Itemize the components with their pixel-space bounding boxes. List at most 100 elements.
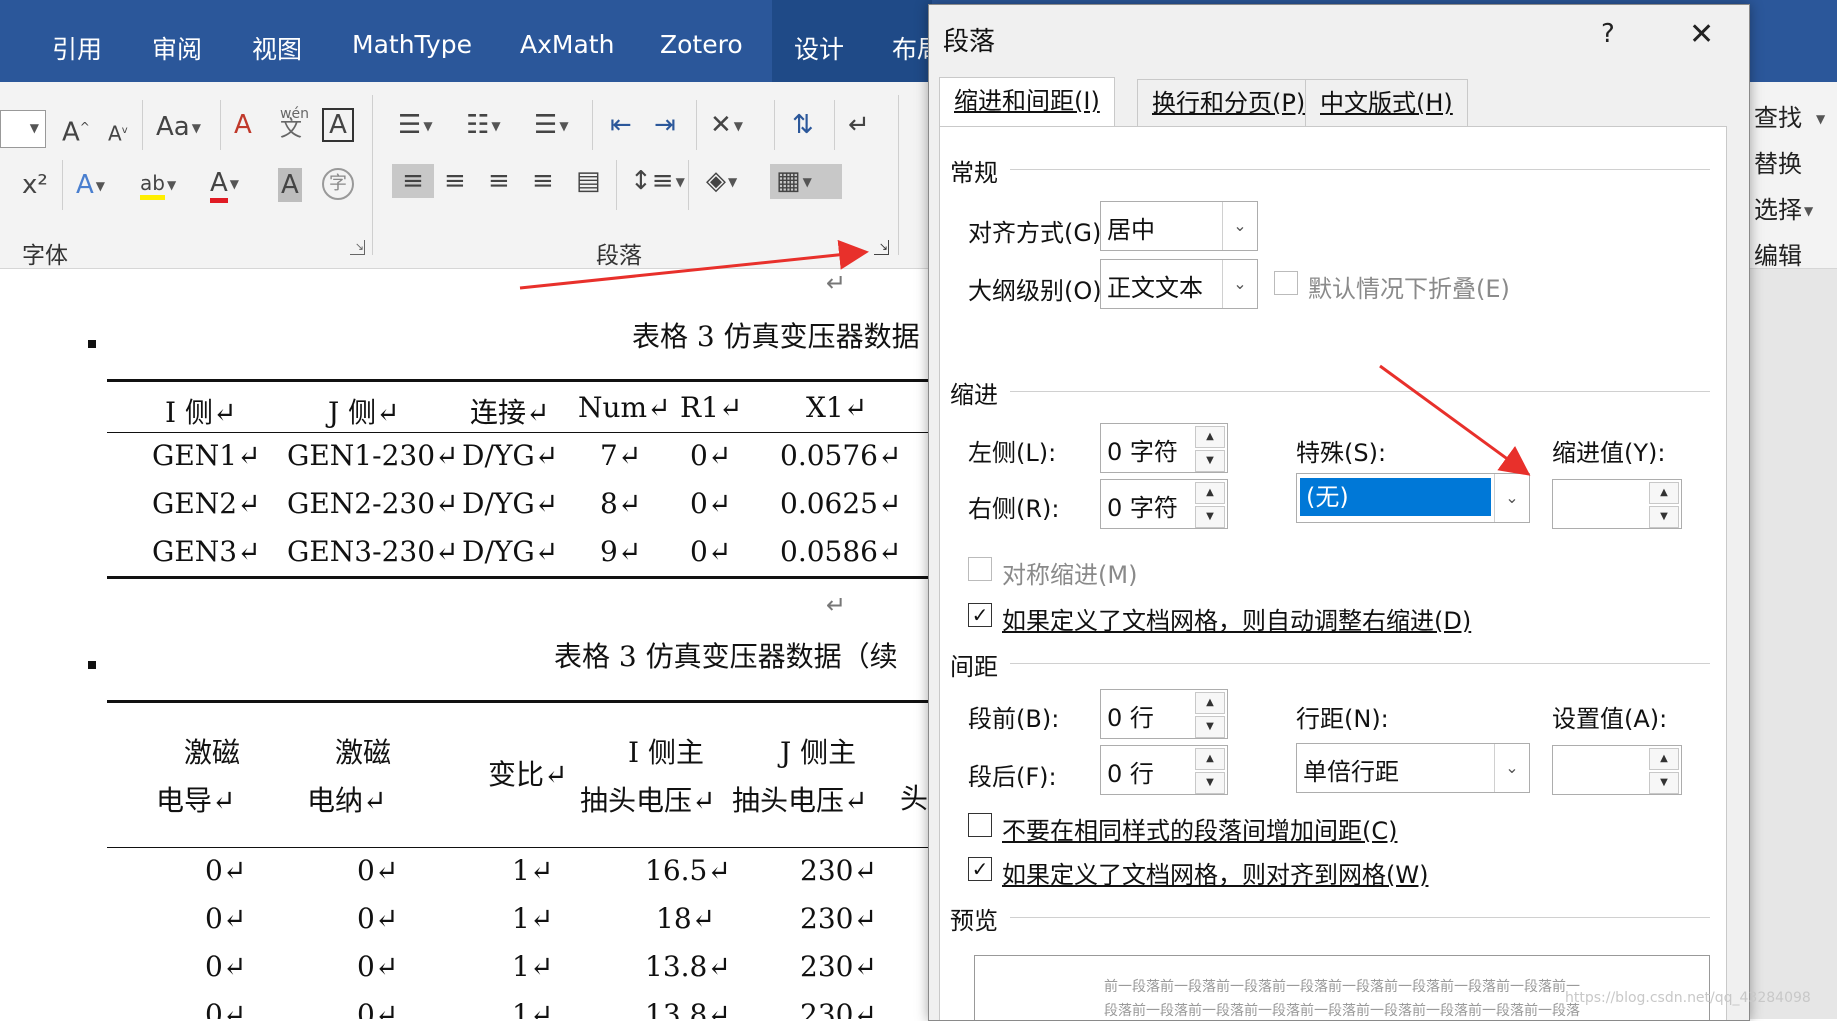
- spin-up-icon[interactable]: ▲: [1195, 692, 1225, 714]
- special-indent-select[interactable]: (无) ⌄: [1296, 473, 1530, 523]
- section-general: 常规: [950, 159, 998, 187]
- spacing-after-spinner[interactable]: 0 行 ▲ ▼: [1100, 745, 1228, 795]
- alignment-select[interactable]: 居中 ⌄: [1100, 201, 1258, 251]
- group-label-editing: 编辑: [1754, 242, 1802, 270]
- align-center-icon[interactable]: ≡: [444, 164, 466, 198]
- phonetic-guide-icon[interactable]: wén 文: [280, 106, 309, 141]
- alignment-label: 对齐方式(G):: [968, 219, 1110, 247]
- spin-down-icon[interactable]: ▼: [1649, 506, 1679, 528]
- snap-to-grid-label: 如果定义了文档网格，则对齐到网格(W): [1002, 861, 1429, 889]
- table1-header: R1↵: [680, 391, 743, 424]
- tab-zotero[interactable]: Zotero: [660, 30, 743, 59]
- enclose-char-icon[interactable]: 字: [322, 168, 354, 200]
- borders-icon[interactable]: ▦ ▼: [770, 164, 842, 199]
- spin-up-icon[interactable]: ▲: [1195, 748, 1225, 770]
- table1-header: X1↵: [806, 391, 868, 424]
- bullet: [88, 661, 96, 669]
- indent-left-label: 左侧(L):: [968, 439, 1057, 467]
- outline-level-select[interactable]: 正文文本 ⌄: [1100, 259, 1258, 309]
- no-space-same-style-checkbox[interactable]: [968, 813, 992, 837]
- table-bottom-rule: [107, 576, 930, 579]
- justify-icon[interactable]: ≡: [532, 164, 554, 198]
- spacing-at-label: 设置值(A):: [1552, 705, 1668, 733]
- tab-mathtype[interactable]: MathType: [352, 30, 472, 59]
- tab-indents-spacing[interactable]: 缩进和间距(I): [939, 77, 1115, 128]
- collapse-default-checkbox[interactable]: [1274, 271, 1298, 295]
- find-button[interactable]: 查找 ▼: [1754, 98, 1825, 133]
- help-icon[interactable]: ?: [1601, 19, 1615, 49]
- tab-asian-typography[interactable]: 中文版式(H): [1305, 79, 1468, 126]
- auto-adjust-right-label: 如果定义了文档网格，则自动调整右缩进(D): [1002, 607, 1472, 635]
- spin-up-icon[interactable]: ▲: [1195, 482, 1225, 504]
- snap-to-grid-checkbox[interactable]: ✓: [968, 857, 992, 881]
- spin-down-icon[interactable]: ▼: [1195, 506, 1225, 528]
- spin-down-icon[interactable]: ▼: [1649, 772, 1679, 794]
- spin-down-icon[interactable]: ▼: [1195, 716, 1225, 738]
- font-dialog-launcher-icon[interactable]: ↘: [350, 240, 365, 255]
- grow-font-icon[interactable]: A^: [62, 110, 90, 150]
- paragraph-mark: ↵: [826, 269, 847, 297]
- spin-down-icon[interactable]: ▼: [1195, 450, 1225, 472]
- highlight-icon[interactable]: ab ▼: [140, 166, 176, 202]
- text-effects-icon[interactable]: A ▼: [76, 168, 105, 203]
- tab-design[interactable]: 设计: [794, 30, 844, 66]
- spacing-before-spinner[interactable]: 0 行 ▲ ▼: [1100, 689, 1228, 739]
- replace-button[interactable]: 替换: [1754, 144, 1802, 179]
- divider: [1010, 917, 1710, 918]
- shading-icon[interactable]: ◈ ▼: [706, 164, 737, 199]
- spin-up-icon[interactable]: ▲: [1649, 748, 1679, 770]
- mirror-indents-checkbox[interactable]: [968, 557, 992, 581]
- distributed-icon[interactable]: ▤: [576, 164, 601, 198]
- multilevel-list-icon[interactable]: ☰ ▼: [534, 108, 569, 143]
- char-border-icon[interactable]: A: [322, 108, 354, 142]
- collapse-default-label: 默认情况下折叠(E): [1308, 275, 1510, 303]
- table2-header: 激磁 电纳↵: [307, 736, 392, 817]
- paragraph-dialog-launcher-icon[interactable]: ↘: [874, 240, 889, 255]
- spin-up-icon[interactable]: ▲: [1195, 426, 1225, 448]
- special-indent-label: 特殊(S):: [1296, 439, 1387, 467]
- change-case-icon[interactable]: Aa ▼: [156, 110, 201, 145]
- line-spacing-select[interactable]: 单倍行距 ⌄: [1296, 743, 1530, 793]
- tab-review[interactable]: 审阅: [152, 30, 202, 66]
- spin-up-icon[interactable]: ▲: [1649, 482, 1679, 504]
- align-right-icon[interactable]: ≡: [488, 164, 510, 198]
- table-header-rule: [107, 432, 930, 433]
- spacing-at-spinner[interactable]: ▲ ▼: [1552, 745, 1682, 795]
- indent-left-spinner[interactable]: 0 字符 ▲ ▼: [1100, 423, 1228, 473]
- font-color-icon[interactable]: A ▼: [210, 166, 239, 203]
- close-icon[interactable]: ✕: [1689, 17, 1714, 52]
- char-shading-icon[interactable]: A: [278, 168, 302, 202]
- tab-references[interactable]: 引用: [52, 30, 102, 66]
- clear-format-icon[interactable]: A: [234, 108, 252, 142]
- chinese-layout-icon[interactable]: ✕ ▼: [710, 108, 743, 143]
- indent-by-spinner[interactable]: ▲ ▼: [1552, 479, 1682, 529]
- numbering-icon[interactable]: ☷ ▼: [466, 108, 501, 143]
- line-spacing-icon[interactable]: ↕≡ ▼: [630, 164, 685, 199]
- table1-header: 连接↵: [470, 396, 550, 429]
- chevron-down-icon: ▼: [29, 121, 39, 135]
- spin-down-icon[interactable]: ▼: [1195, 772, 1225, 794]
- shrink-font-icon[interactable]: Av: [108, 114, 128, 151]
- table2-header: 变比↵: [488, 758, 568, 791]
- indent-right-spinner[interactable]: 0 字符 ▲ ▼: [1100, 479, 1228, 529]
- decrease-indent-icon[interactable]: ⇤: [610, 108, 632, 142]
- superscript-icon[interactable]: x²: [22, 168, 48, 202]
- chevron-down-icon: ⌄: [1494, 744, 1529, 792]
- tab-line-page-breaks[interactable]: 换行和分页(P): [1137, 79, 1321, 126]
- line-spacing-label: 行距(N):: [1296, 705, 1389, 733]
- sort-icon[interactable]: ⇅: [792, 108, 814, 142]
- auto-adjust-right-checkbox[interactable]: ✓: [968, 603, 992, 627]
- section-indentation: 缩进: [950, 381, 998, 409]
- increase-indent-icon[interactable]: ⇥: [654, 108, 676, 142]
- align-left-icon[interactable]: ≡: [392, 164, 434, 198]
- bullets-icon[interactable]: ☰ ▼: [398, 108, 433, 143]
- section-spacing: 间距: [950, 653, 998, 681]
- show-marks-icon[interactable]: ↵: [848, 108, 870, 142]
- tab-view[interactable]: 视图: [252, 30, 302, 66]
- select-button[interactable]: 选择 ▼: [1754, 190, 1813, 225]
- font-size-combo[interactable]: ▼: [0, 110, 46, 148]
- dialog-tab-panel: 常规 对齐方式(G): 居中 ⌄ 大纲级别(O): 正文文本 ⌄ 默认情况下折叠…: [939, 126, 1727, 1020]
- document-canvas[interactable]: ↵ 表格 3 仿真变压器数据 I 侧↵ J 侧↵ 连接↵ Num↵ R1↵ X1…: [0, 269, 930, 1019]
- tab-axmath[interactable]: AxMath: [520, 30, 614, 59]
- table1-header: J 侧↵: [328, 396, 400, 429]
